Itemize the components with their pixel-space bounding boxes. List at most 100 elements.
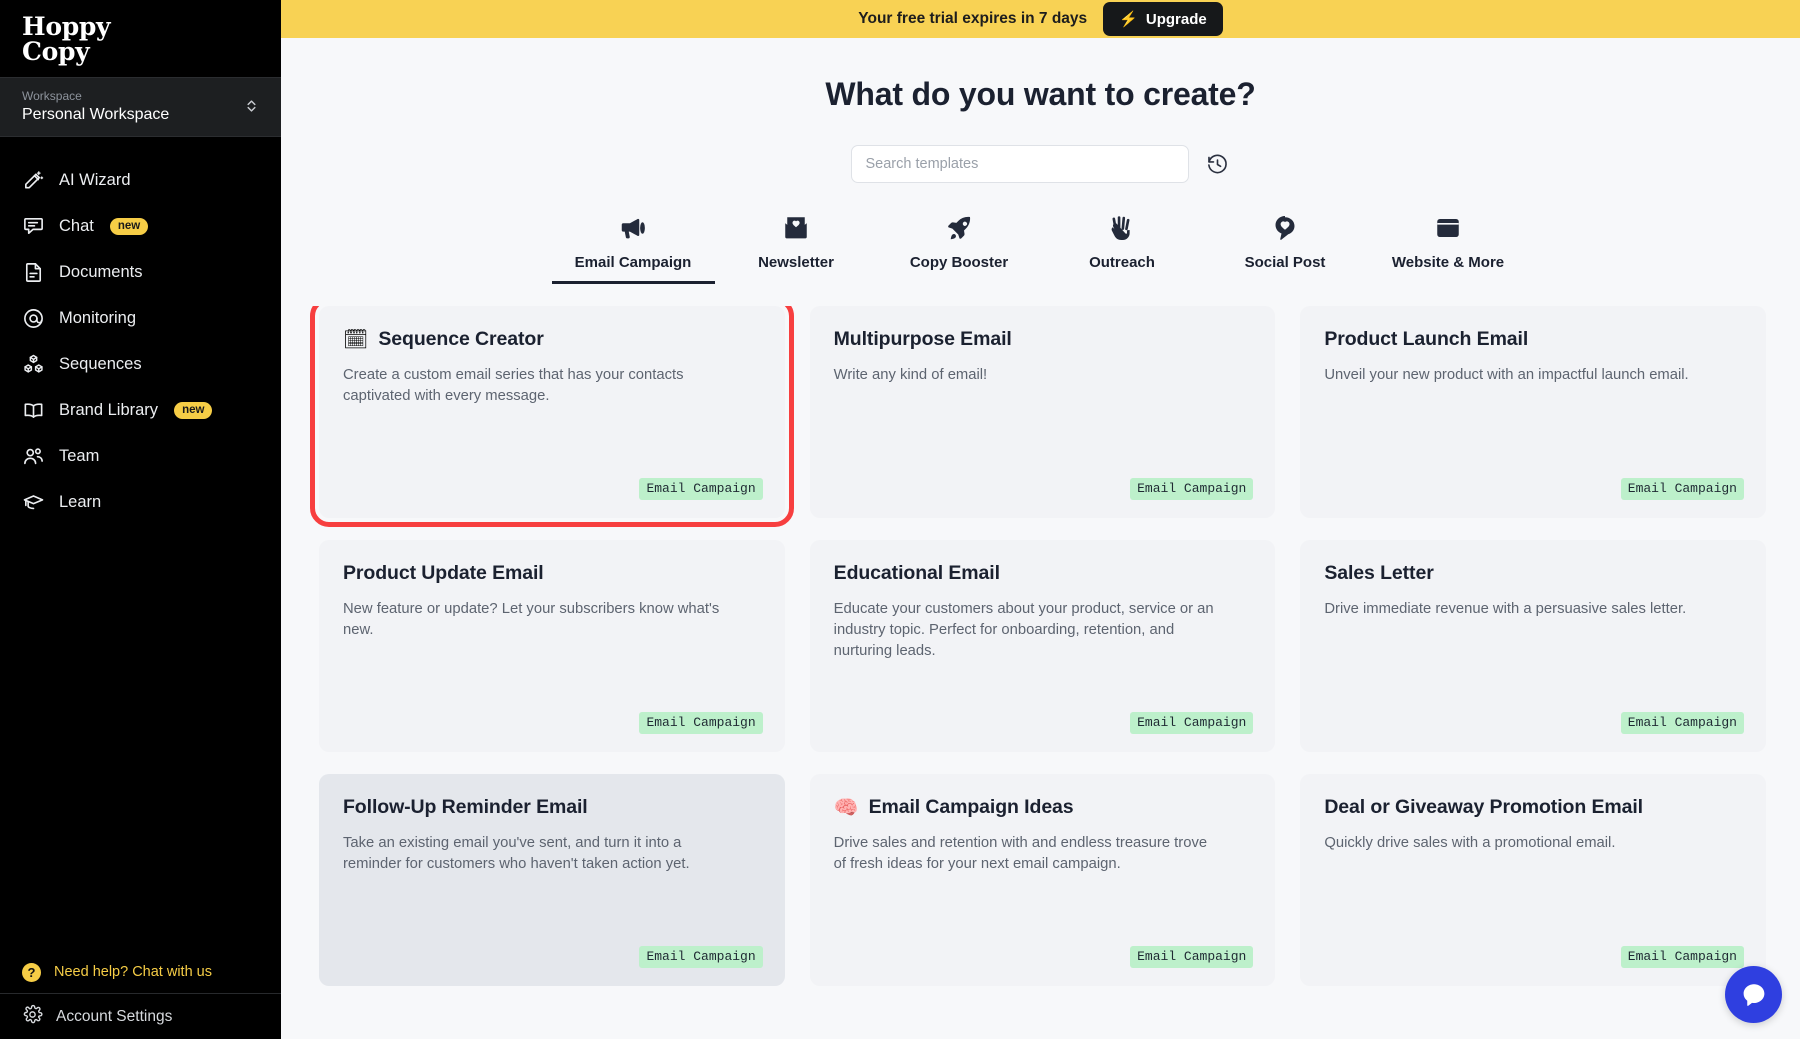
- tab-website-and-more[interactable]: Website & More: [1367, 211, 1530, 284]
- tab-copy-booster[interactable]: Copy Booster: [878, 211, 1041, 284]
- chat-bubble-icon: [1743, 983, 1764, 1006]
- tab-label: Newsletter: [758, 254, 834, 271]
- card-description: Write any kind of email!: [833, 367, 988, 383]
- template-card-deal-or-giveaway-promotion-email[interactable]: Deal or Giveaway Promotion Email Quickly…: [1300, 774, 1766, 986]
- book-icon: [22, 399, 45, 422]
- card-description: Unveil your new product with an impactfu…: [1324, 367, 1689, 383]
- sidebar-item-label: Sequences: [59, 355, 142, 373]
- card-title: Multipurpose Email: [833, 328, 1012, 350]
- workspace-switcher[interactable]: Workspace Personal Workspace: [0, 77, 281, 137]
- app-root: Hoppy Copy Workspace Personal Workspace: [0, 0, 1800, 1039]
- page-title: What do you want to create?: [825, 76, 1256, 112]
- template-card-product-update-email[interactable]: Product Update Email New feature or upda…: [319, 540, 785, 752]
- template-card-multipurpose-email[interactable]: Multipurpose Email Write any kind of ema…: [809, 306, 1276, 518]
- browser-window-icon: [1433, 211, 1463, 245]
- upgrade-button[interactable]: ⚡ Upgrade: [1103, 2, 1223, 36]
- card-category-tag: Email Campaign: [1620, 946, 1744, 968]
- card-header: Product Update Email: [343, 562, 761, 585]
- sidebar-item-sequences[interactable]: Sequences: [0, 341, 281, 387]
- card-description: Drive sales and retention with and endle…: [833, 835, 1208, 872]
- logo-line-1: Hoppy: [22, 11, 111, 41]
- template-card-educational-email[interactable]: Educational Email Educate your customers…: [809, 540, 1276, 752]
- card-title: Educational Email: [833, 562, 1000, 584]
- at-sign-icon: [22, 307, 45, 330]
- trial-banner: Your free trial expires in 7 days ⚡ Upgr…: [281, 0, 1800, 38]
- trial-banner-text: Your free trial expires in 7 days: [858, 10, 1088, 27]
- card-header: Product Launch Email: [1324, 328, 1742, 351]
- tab-label: Copy Booster: [909, 254, 1009, 271]
- sidebar-item-label: AI Wizard: [59, 171, 131, 189]
- sidebar-item-label: Brand Library: [59, 401, 159, 419]
- tab-newsletter[interactable]: Newsletter: [715, 211, 878, 284]
- sidebar-item-brand-library[interactable]: Brand Library new: [0, 387, 281, 433]
- template-card-sequence-creator[interactable]: 🗓 Sequence Creator Create a custom email…: [310, 306, 794, 527]
- calendar-emoji-icon: 🗓: [343, 328, 369, 351]
- template-card-follow-up-reminder-email[interactable]: Follow-Up Reminder Email Take an existin…: [319, 774, 785, 986]
- chevron-updown-icon: [244, 97, 259, 117]
- templates-grid: 🗓 Sequence Creator Create a custom email…: [310, 306, 1766, 986]
- template-card-sales-letter[interactable]: Sales Letter Drive immediate revenue wit…: [1300, 540, 1766, 752]
- support-chat-widget-button[interactable]: [1725, 966, 1782, 1023]
- brain-emoji-icon: 🧠: [833, 796, 859, 819]
- tab-email-campaign[interactable]: Email Campaign: [551, 211, 715, 284]
- card-header: Sales Letter: [1324, 562, 1742, 585]
- badge-new: new: [109, 217, 149, 235]
- template-card-email-campaign-ideas[interactable]: 🧠 Email Campaign Ideas Drive sales and r…: [809, 774, 1276, 986]
- card-category-tag: Email Campaign: [1130, 946, 1254, 968]
- tab-label: Social Post: [1244, 254, 1326, 271]
- history-clock-icon[interactable]: [1205, 151, 1231, 177]
- card-title: Email Campaign Ideas: [868, 796, 1074, 818]
- tab-label: Website & More: [1391, 254, 1505, 271]
- card-header: 🗓 Sequence Creator: [343, 328, 761, 351]
- card-title: Product Launch Email: [1324, 328, 1529, 350]
- card-category-tag: Email Campaign: [639, 712, 763, 734]
- graduation-cap-icon: [22, 491, 45, 514]
- magic-wand-icon: [22, 169, 45, 192]
- tab-outreach[interactable]: Outreach: [1041, 211, 1204, 284]
- sidebar-footer: ? Need help? Chat with us Account Settin…: [0, 951, 281, 1039]
- templates-scroll-area[interactable]: 🗓 Sequence Creator Create a custom email…: [281, 306, 1800, 1006]
- megaphone-icon: [618, 211, 648, 245]
- sidebar-item-label: Chat: [59, 217, 94, 235]
- blocks-icon: [22, 353, 45, 376]
- card-category-tag: Email Campaign: [639, 478, 763, 500]
- category-tabs: Email Campaign Newsletter Copy Booster O…: [281, 211, 1800, 284]
- sidebar-item-learn[interactable]: Learn: [0, 479, 281, 525]
- sidebar-item-label: Team: [59, 447, 100, 465]
- tab-label: Email Campaign: [574, 254, 692, 271]
- rocket-icon: [944, 211, 974, 245]
- tab-social-post[interactable]: Social Post: [1204, 211, 1367, 284]
- account-settings-label: Account Settings: [56, 1007, 173, 1025]
- sidebar-item-documents[interactable]: Documents: [0, 249, 281, 295]
- chat-bubble-icon: [22, 215, 45, 238]
- document-icon: [22, 261, 45, 284]
- tab-label: Outreach: [1089, 254, 1155, 271]
- card-header: Multipurpose Email: [834, 328, 1252, 351]
- app-logo[interactable]: Hoppy Copy: [0, 0, 281, 77]
- need-help-chat-button[interactable]: ? Need help? Chat with us: [0, 951, 281, 993]
- bolt-icon: ⚡: [1119, 11, 1138, 28]
- sidebar-item-team[interactable]: Team: [0, 433, 281, 479]
- sidebar-item-label: Documents: [59, 263, 143, 281]
- users-icon: [22, 445, 45, 468]
- card-category-tag: Email Campaign: [1620, 712, 1744, 734]
- need-help-label: Need help? Chat with us: [54, 964, 212, 980]
- template-card-product-launch-email[interactable]: Product Launch Email Unveil your new pro…: [1300, 306, 1766, 518]
- sidebar-nav: AI Wizard Chat new Documents Monitoring …: [0, 137, 281, 525]
- workspace-label: Workspace: [22, 89, 82, 103]
- sidebar-item-monitoring[interactable]: Monitoring: [0, 295, 281, 341]
- card-title: Deal or Giveaway Promotion Email: [1324, 796, 1643, 818]
- account-settings-button[interactable]: Account Settings: [0, 993, 281, 1039]
- sidebar-item-chat[interactable]: Chat new: [0, 203, 281, 249]
- card-header: Deal or Giveaway Promotion Email: [1324, 796, 1742, 819]
- sidebar: Hoppy Copy Workspace Personal Workspace: [0, 0, 281, 1039]
- waving-hand-icon: [1107, 211, 1137, 245]
- card-description: Quickly drive sales with a promotional e…: [1324, 835, 1616, 851]
- search-input[interactable]: [850, 145, 1189, 183]
- logo-line-2: Copy: [22, 36, 90, 66]
- envelope-heart-icon: [781, 211, 811, 245]
- card-description: Educate your customers about your produc…: [833, 601, 1214, 659]
- sidebar-item-ai-wizard[interactable]: AI Wizard: [0, 157, 281, 203]
- speech-heart-icon: [1270, 211, 1300, 245]
- card-title: Product Update Email: [343, 562, 544, 584]
